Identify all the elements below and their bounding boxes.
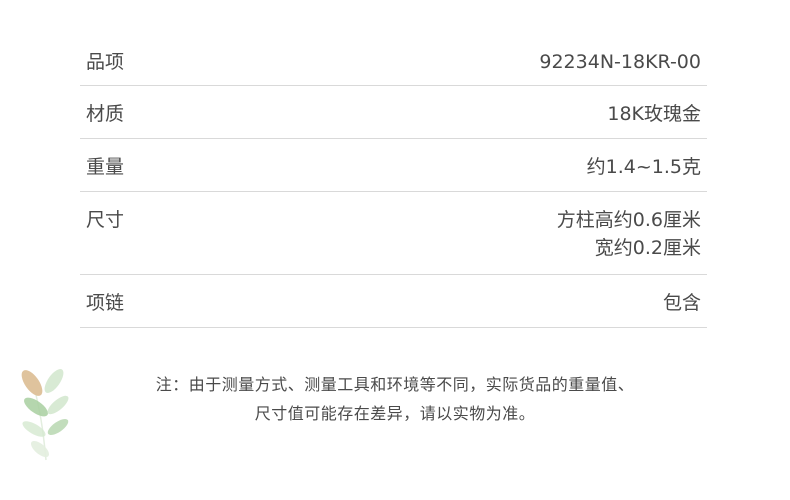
spec-value-line: 18K玫瑰金 [607,103,701,125]
spec-value: 包含 [663,289,701,317]
spec-label: 材质 [86,103,125,125]
spec-value: 92234N-18KR-00 [539,48,701,76]
spec-value-line: 方柱高约0.6厘米 [556,209,701,231]
spec-label: 项链 [86,292,125,314]
spec-table: 品项 92234N-18KR-00 材质 18K玫瑰金 重量 约1.4~1.5克… [80,35,707,328]
spec-value-line: 宽约0.2厘米 [594,237,701,259]
spec-row-material: 材质 18K玫瑰金 [80,86,707,139]
spec-row-size: 尺寸 方柱高约0.6厘米 宽约0.2厘米 [80,192,707,275]
note-line-1: 注：由于测量方式、测量工具和环境等不同，实际货品的重量值、 [155,375,635,394]
spec-value-line: 约1.4~1.5克 [586,156,701,178]
spec-row-weight: 重量 约1.4~1.5克 [80,139,707,192]
spec-value-line: 92234N-18KR-00 [539,51,701,73]
spec-value-line: 包含 [662,292,701,314]
spec-label: 重量 [86,156,125,178]
disclaimer-note: 注：由于测量方式、测量工具和环境等不同，实际货品的重量值、 尺寸值可能存在差异，… [0,370,790,428]
note-line-2: 尺寸值可能存在差异，请以实物为准。 [254,404,536,423]
spec-value: 18K玫瑰金 [607,100,701,128]
spec-row-item: 品项 92234N-18KR-00 [80,35,707,86]
spec-row-necklace: 项链 包含 [80,275,707,328]
spec-value: 约1.4~1.5克 [587,153,701,181]
spec-label: 尺寸 [86,209,125,231]
spec-value: 方柱高约0.6厘米 宽约0.2厘米 [557,206,701,262]
spec-label: 品项 [86,51,125,73]
